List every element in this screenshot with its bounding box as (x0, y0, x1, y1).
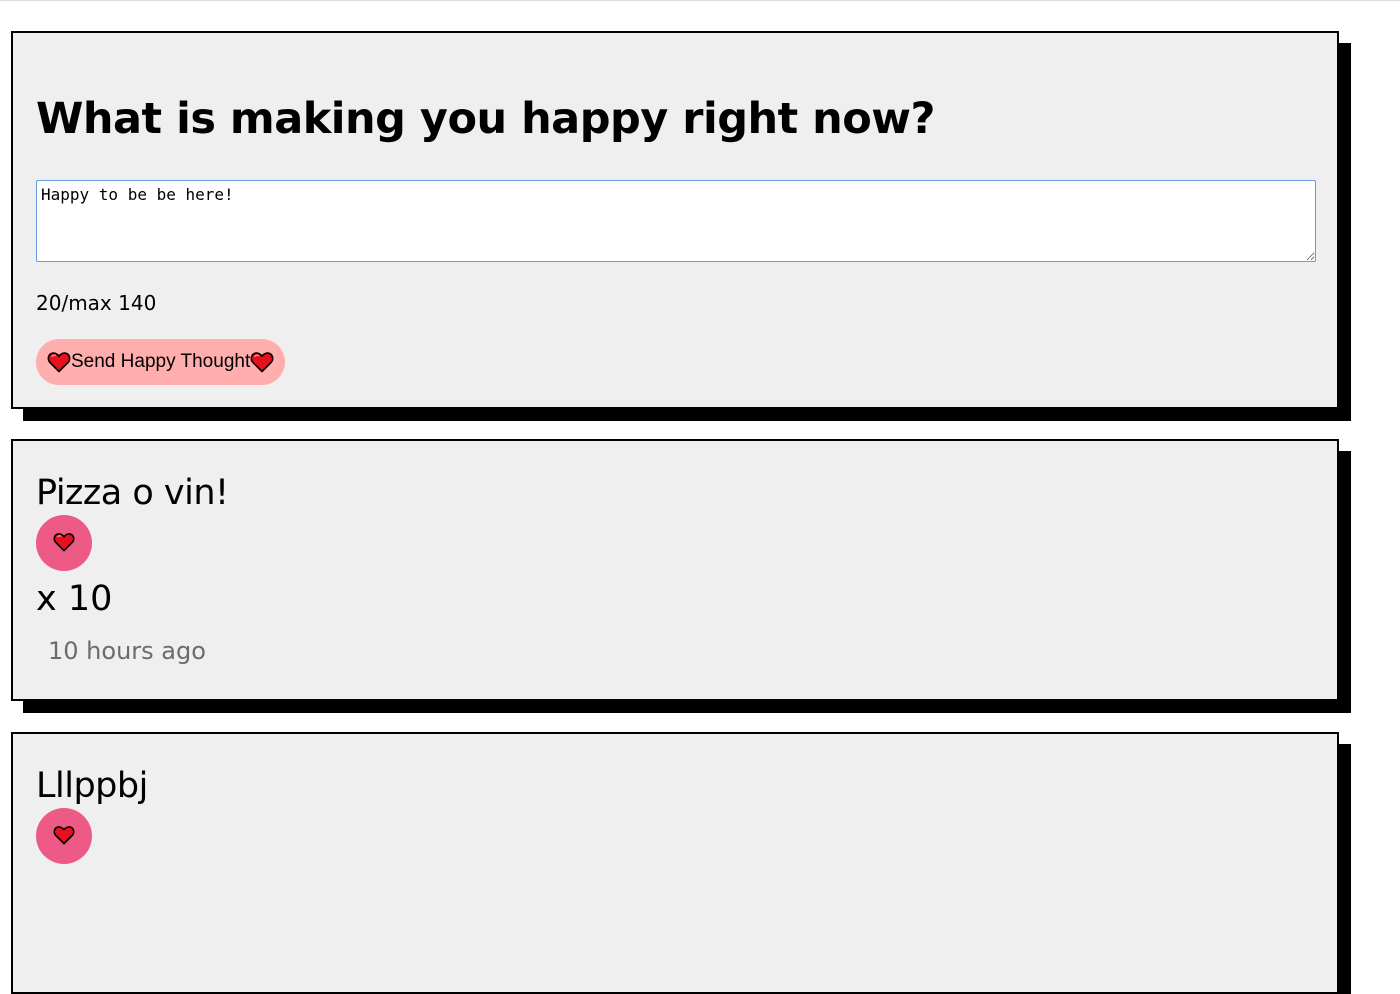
heart-icon (51, 532, 77, 554)
thought-message: Lllppbj (36, 766, 148, 806)
char-counter: 20/max 140 (36, 291, 157, 315)
heart-icon (47, 351, 71, 373)
send-happy-thought-button[interactable]: Send Happy Thought (36, 339, 286, 385)
heart-icon (250, 351, 274, 373)
thought-card: Pizza o vin! x 10 10 hours ago (11, 439, 1339, 701)
top-divider (0, 0, 1400, 1)
send-button-label: Send Happy Thought (71, 351, 251, 372)
thought-card: Lllppbj (11, 732, 1339, 994)
thought-form-card: What is making you happy right now? Happ… (11, 31, 1339, 409)
like-count: x 10 (36, 579, 113, 619)
timestamp: 10 hours ago (48, 637, 206, 665)
form-title: What is making you happy right now? (36, 94, 935, 144)
thought-message: Pizza o vin! (36, 473, 229, 513)
like-button[interactable] (36, 515, 92, 571)
thought-input[interactable]: Happy to be be here! (36, 180, 1316, 262)
heart-icon (51, 825, 77, 847)
like-button[interactable] (36, 808, 92, 864)
